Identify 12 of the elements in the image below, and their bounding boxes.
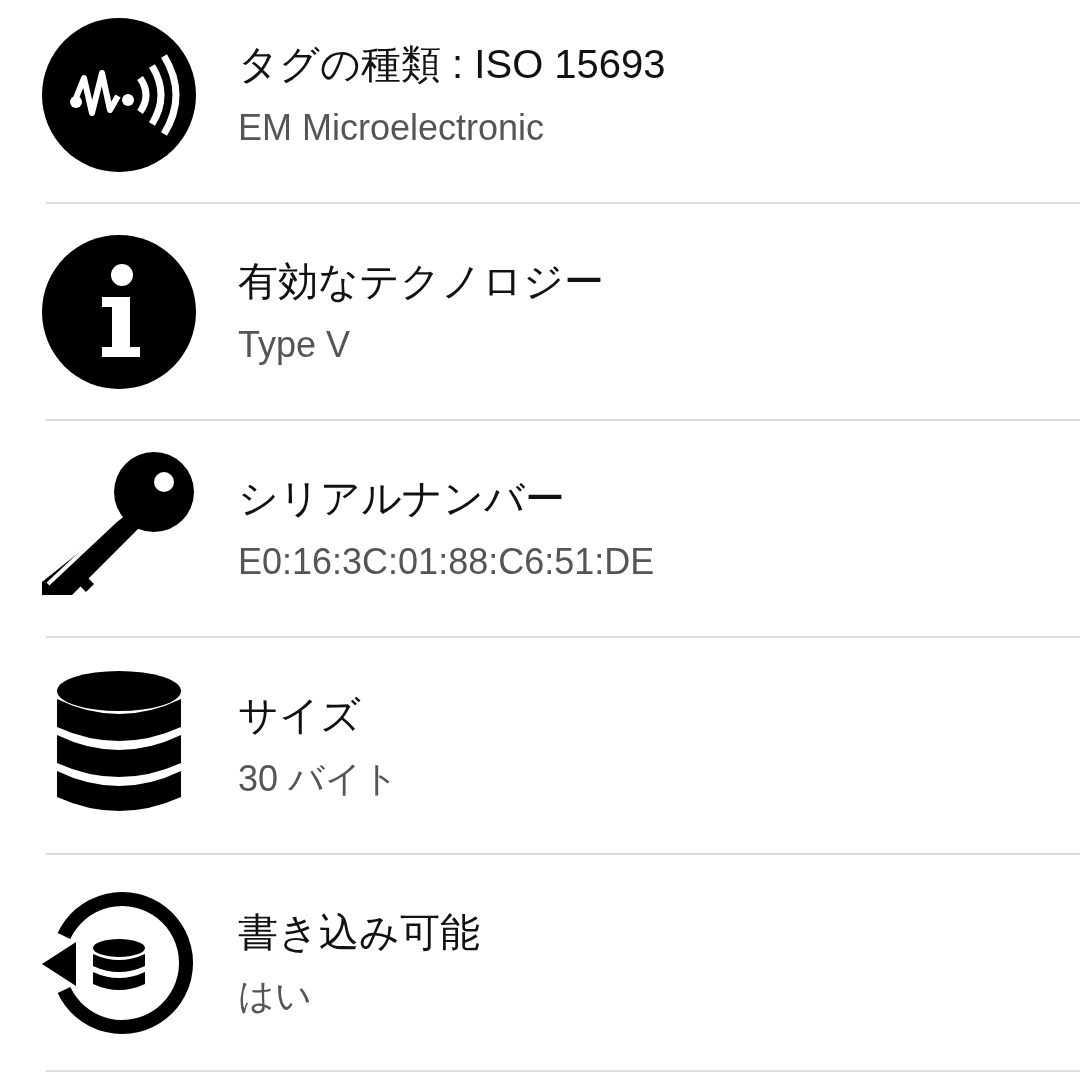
row-title: シリアルナンバー: [238, 474, 566, 522]
row-value: Type V: [238, 322, 352, 367]
info-icon: [42, 234, 196, 389]
nfc-wave-icon: [42, 17, 196, 172]
row-value: 30 バイト: [238, 756, 400, 801]
row-value: EM Microelectronic: [238, 105, 546, 150]
row-value: はい: [238, 973, 313, 1018]
row-title: サイズ: [238, 691, 362, 739]
row-title: 有効なテクノロジー: [238, 257, 604, 305]
row-title: 書き込み可能: [238, 908, 480, 956]
row-value: E0:16:3C:01:88:C6:51:DE: [238, 539, 655, 584]
row-title: タグの種類 : ISO 15693: [238, 40, 666, 88]
